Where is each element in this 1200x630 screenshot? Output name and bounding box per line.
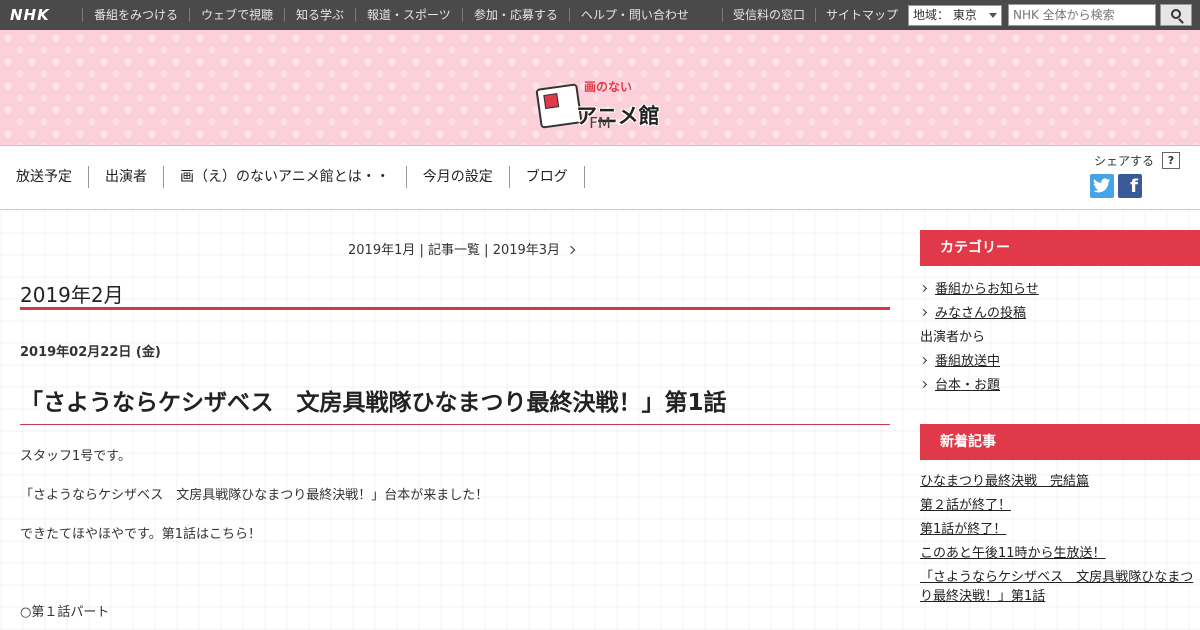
chevron-right-icon[interactable] bbox=[566, 245, 576, 255]
global-nav-news-sports[interactable]: 報道・スポーツ bbox=[355, 8, 462, 22]
program-nav-blog[interactable]: ブログ bbox=[510, 166, 585, 188]
entry-paragraph: 「さようならケシザベス 文房具戦隊ひなまつり最終決戦！」台本が来ました！ bbox=[20, 488, 489, 503]
category-item-label: 台本・お題 bbox=[935, 378, 1001, 393]
month-pager: 2019年1月 | 記事一覧 | 2019年3月 bbox=[348, 239, 576, 258]
entry-date: 2019年02月22日 (金) bbox=[20, 345, 161, 360]
recent-article-link[interactable]: このあと午後11時から生放送！ bbox=[920, 542, 1106, 561]
pager-separator: | bbox=[480, 243, 493, 258]
category-item[interactable]: 台本・お題 bbox=[919, 374, 1001, 393]
global-nav-find-programs[interactable]: 番組をみつける bbox=[82, 8, 189, 22]
pager-next-month[interactable]: 2019年3月 bbox=[493, 243, 560, 258]
program-nav-monthly-setting[interactable]: 今月の設定 bbox=[407, 166, 510, 188]
month-divider bbox=[20, 307, 890, 310]
pager-separator: | bbox=[415, 243, 429, 258]
twitter-icon bbox=[1093, 178, 1111, 193]
global-nav: 番組をみつける ウェブで視聴 知る学ぶ 報道・スポーツ 参加・応募する ヘルプ・… bbox=[82, 0, 700, 30]
recent-article-link[interactable]: 「さようならケシザベス 文房具戦隊ひなまつ bbox=[920, 566, 1193, 585]
program-nav: 放送予定 出演者 画（え）のないアニメ館とは・・ 今月の設定 ブログ シェアする… bbox=[0, 146, 1200, 210]
program-nav-about[interactable]: 画（え）のないアニメ館とは・・ bbox=[164, 166, 407, 188]
category-heading: カテゴリー bbox=[920, 230, 1200, 266]
category-item-label: みなさんの投稿 bbox=[935, 306, 1027, 321]
nhk-global-header: NHK 番組をみつける ウェブで視聴 知る学ぶ 報道・スポーツ 参加・応募する … bbox=[0, 0, 1200, 30]
region-select[interactable]: 地域： 東京 bbox=[908, 4, 1002, 26]
search-button[interactable] bbox=[1160, 4, 1192, 26]
entry-paragraph: ○第１話パート bbox=[20, 605, 110, 620]
entry-title-divider bbox=[20, 424, 890, 425]
sitemap-link[interactable]: サイトマップ bbox=[814, 8, 908, 22]
recent-article-link[interactable]: 第1話が終了！ bbox=[920, 518, 1006, 537]
fee-window-link[interactable]: 受信料の窓口 bbox=[721, 8, 815, 22]
chevron-right-icon bbox=[919, 308, 928, 317]
global-nav-learn[interactable]: 知る学ぶ bbox=[284, 8, 355, 22]
category-item-label: 番組からお知らせ bbox=[935, 282, 1039, 297]
recent-article-link[interactable]: 第２話が終了！ bbox=[920, 494, 1011, 513]
region-select-value: 地域： 東京 bbox=[913, 7, 977, 22]
search-icon-handle bbox=[1178, 18, 1184, 24]
program-nav-cast[interactable]: 出演者 bbox=[89, 166, 164, 188]
global-search-input[interactable] bbox=[1008, 4, 1156, 26]
program-banner: 画のない アニメ館 FM bbox=[0, 30, 1200, 146]
recent-heading: 新着記事 bbox=[920, 424, 1200, 460]
facebook-share-button[interactable]: f bbox=[1118, 174, 1142, 198]
nhk-logo[interactable]: NHK bbox=[10, 6, 50, 24]
category-item[interactable]: 番組放送中 bbox=[919, 350, 1001, 369]
share-help-button[interactable]: ? bbox=[1162, 152, 1180, 169]
pager-article-index[interactable]: 記事一覧 bbox=[428, 243, 480, 258]
chevron-right-icon bbox=[919, 380, 928, 389]
program-nav-schedule[interactable]: 放送予定 bbox=[0, 166, 89, 188]
program-logo-subtitle: 画のない bbox=[584, 80, 633, 94]
category-item[interactable]: みなさんの投稿 bbox=[919, 302, 1027, 321]
entry-paragraph: できたてほやほやです。第1話はこちら！ bbox=[20, 527, 261, 542]
global-nav-watch-web[interactable]: ウェブで視聴 bbox=[189, 8, 284, 22]
twitter-share-button[interactable] bbox=[1090, 174, 1114, 198]
content-area: 2019年1月 | 記事一覧 | 2019年3月 2019年2月 2019年02… bbox=[0, 211, 1200, 630]
program-nav-items: 放送予定 出演者 画（え）のないアニメ館とは・・ 今月の設定 ブログ bbox=[0, 166, 585, 188]
entry-title[interactable]: 「さようならケシザベス 文房具戦隊ひなまつり最終決戦！」第1話 bbox=[20, 383, 726, 417]
pager-prev-month[interactable]: 2019年1月 bbox=[348, 243, 415, 258]
category-group-label: 出演者から bbox=[920, 330, 986, 345]
chevron-right-icon bbox=[919, 284, 928, 293]
month-heading: 2019年2月 bbox=[20, 283, 124, 307]
channel-label: FM bbox=[589, 114, 611, 132]
category-item[interactable]: 番組からお知らせ bbox=[919, 278, 1039, 297]
category-item-label: 番組放送中 bbox=[935, 354, 1001, 369]
recent-article-link[interactable]: ひなまつり最終決戦 完結篇 bbox=[920, 470, 1089, 489]
global-nav-participate[interactable]: 参加・応募する bbox=[461, 8, 569, 22]
global-header-right: 受信料の窓口 サイトマップ 地域： 東京 bbox=[721, 0, 1200, 30]
chevron-down-icon bbox=[989, 12, 997, 18]
entry-paragraph: スタッフ1号です。 bbox=[20, 449, 131, 464]
chevron-right-icon bbox=[919, 356, 928, 365]
global-nav-help[interactable]: ヘルプ・問い合わせ bbox=[568, 8, 700, 22]
recent-article-link-continued[interactable]: り最終決戦！」第1話 bbox=[920, 585, 1045, 604]
share-label: シェアする bbox=[1093, 154, 1154, 168]
